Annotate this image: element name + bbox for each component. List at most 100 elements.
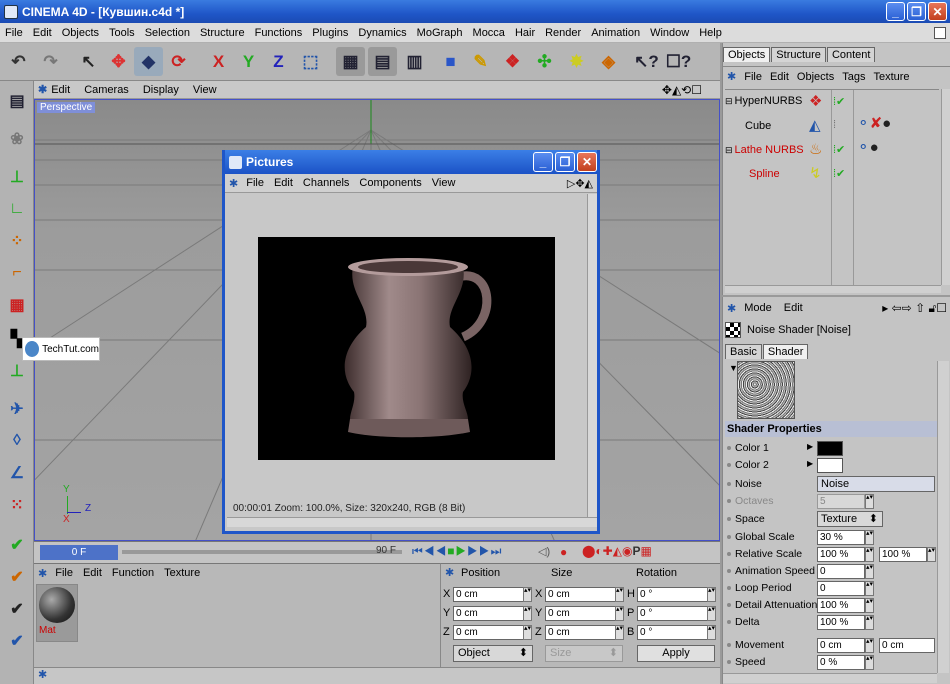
visibility-check-icon[interactable]: ⁞✔ [833,143,845,156]
apply-button[interactable]: Apply [637,645,715,662]
move-icon[interactable]: ✥ [104,47,133,76]
relative-scale-y-spinner[interactable]: ▴▾ [927,547,936,562]
detail-attenuation-spinner[interactable]: ▴▾ [865,598,874,613]
space-select[interactable]: Texture ⬍ [817,511,883,527]
mat-menu-function[interactable]: Function [112,567,154,579]
menu-mocca[interactable]: Mocca [468,27,510,39]
help-window-icon[interactable]: ☐? [664,47,693,76]
nurbs-icon[interactable]: ❖ [498,47,527,76]
polygons-mode-icon[interactable]: ▦ [3,291,31,319]
position-y-spinner[interactable]: ▴▾ [523,606,532,621]
picture-viewer-maximize[interactable]: ❐ [555,152,575,172]
size-y-spinner[interactable]: ▴▾ [615,606,624,621]
tab-structure[interactable]: Structure [771,47,826,62]
layout-icon[interactable] [934,26,946,39]
undo-icon[interactable]: ↶ [4,47,33,76]
menu-hair[interactable]: Hair [510,27,540,39]
rotation-h-spinner[interactable]: ▴▾ [707,587,716,602]
loop-period-spinner[interactable]: ▴▾ [865,581,874,596]
coordinate-system-icon[interactable]: ⬚ [296,47,325,76]
animation-mode-icon[interactable]: ✈ [3,395,31,423]
global-scale-spinner[interactable]: ▴▾ [865,530,874,545]
enable-axis-icon[interactable]: ✔ [3,563,31,591]
mat-menu-texture[interactable]: Texture [164,567,200,579]
menu-window[interactable]: Window [645,27,694,39]
rotate-icon[interactable]: ⟳ [164,47,193,76]
menu-selection[interactable]: Selection [140,27,195,39]
coord-mode-select[interactable]: Object ⬍ [453,645,533,662]
visibility-check-icon[interactable]: ⁞✔ [833,95,845,108]
detail-attenuation-field[interactable]: 100 % [817,598,865,613]
pv-menu-edit[interactable]: Edit [274,177,293,189]
points-mode-icon[interactable]: ⁘ [3,227,31,255]
attribute-pin-icon[interactable]: ✱ [727,302,736,315]
picture-viewer-titlebar[interactable]: Pictures _ ❐ ✕ [225,150,597,174]
timeline-slider[interactable] [122,550,402,554]
viewport-menu-edit[interactable]: Edit [51,84,70,96]
rotation-b-field[interactable]: 0 ° [637,625,715,640]
attribute-scrollbar[interactable] [937,361,949,673]
relative-scale-y-field[interactable]: 100 % [879,547,927,562]
axis-mode-icon[interactable]: ∟ [3,195,31,223]
material-swatch[interactable]: Mat [36,584,78,642]
pv-nav-icons[interactable]: ▷✥◭ [567,177,593,190]
visibility-dots-icon[interactable]: ⁞ [833,119,836,131]
soft-selection-icon[interactable]: ∠ [3,459,31,487]
menu-objects[interactable]: Objects [57,27,104,39]
render-view-icon[interactable]: ▦ [336,47,365,76]
color1-swatch[interactable] [817,441,843,456]
animation-speed-spinner[interactable]: ▴▾ [865,564,874,579]
pv-menu-channels[interactable]: Channels [303,177,349,189]
relative-scale-x-spinner[interactable]: ▴▾ [865,547,874,562]
snap-icon[interactable]: ⁙ [3,491,31,519]
texture-axis-icon[interactable]: ⊥ [3,357,31,385]
tab-shader[interactable]: Shader [762,344,809,359]
size-z-spinner[interactable]: ▴▾ [615,625,624,640]
workplane-icon[interactable]: ✔ [3,531,31,559]
relative-scale-x-field[interactable]: 100 % [817,547,865,562]
position-z-spinner[interactable]: ▴▾ [523,625,532,640]
mat-menu-edit[interactable]: Edit [83,567,102,579]
loop-period-field[interactable]: 0 [817,581,865,596]
attribute-hscrollbar[interactable] [723,673,937,683]
size-z-field[interactable]: 0 cm [545,625,623,640]
close-button[interactable]: ✕ [928,2,947,21]
render-picture-viewer-icon[interactable]: ▤ [368,47,397,76]
collapse-icon[interactable]: ⊟ [725,96,733,107]
viewport-menu-cameras[interactable]: Cameras [84,84,129,96]
maximize-button[interactable]: ❐ [907,2,926,21]
tree-item-spline[interactable]: Spline [749,168,780,180]
tab-basic[interactable]: Basic [725,344,762,359]
menu-animation[interactable]: Animation [586,27,645,39]
layout-icon[interactable]: ▤ [3,87,31,115]
collapse-icon[interactable]: ⊟ [725,145,733,156]
cube-primitive-icon[interactable]: ■ [436,47,465,76]
menu-structure[interactable]: Structure [195,27,250,39]
cube-tags-icons[interactable]: ⚬✘● [857,114,891,132]
visibility-check-icon[interactable]: ⁞✔ [833,167,845,180]
obj-menu-texture[interactable]: Texture [873,71,909,83]
size-x-spinner[interactable]: ▴▾ [615,587,624,602]
pv-menu-components[interactable]: Components [359,177,421,189]
picture-viewer-close[interactable]: ✕ [577,152,597,172]
movement-x-spinner[interactable]: ▴▾ [865,638,874,653]
render-settings-icon[interactable]: ▥ [400,47,429,76]
record-icon[interactable]: ● [560,545,567,559]
size-mode-select[interactable]: Size ⬍ [545,645,623,662]
z-axis-lock-icon[interactable]: Z [264,47,293,76]
timeline-start-frame[interactable]: 0 F [40,545,118,560]
inverse-kinematics-icon[interactable]: ◊ [3,427,31,455]
menu-dynamics[interactable]: Dynamics [353,27,411,39]
mat-menu-file[interactable]: File [55,567,73,579]
color2-expand-icon[interactable]: ▶ [807,459,813,468]
tab-objects[interactable]: Objects [723,47,771,62]
menu-help[interactable]: Help [694,27,727,39]
y-axis-lock-icon[interactable]: Y [234,47,263,76]
color2-swatch[interactable] [817,458,843,473]
menu-render[interactable]: Render [540,27,586,39]
position-x-field[interactable]: 0 cm [453,587,531,602]
movement-x-field[interactable]: 0 cm [817,638,865,653]
delta-spinner[interactable]: ▴▾ [865,615,874,630]
menu-edit[interactable]: Edit [28,27,57,39]
tree-item-cube[interactable]: Cube [745,120,771,132]
